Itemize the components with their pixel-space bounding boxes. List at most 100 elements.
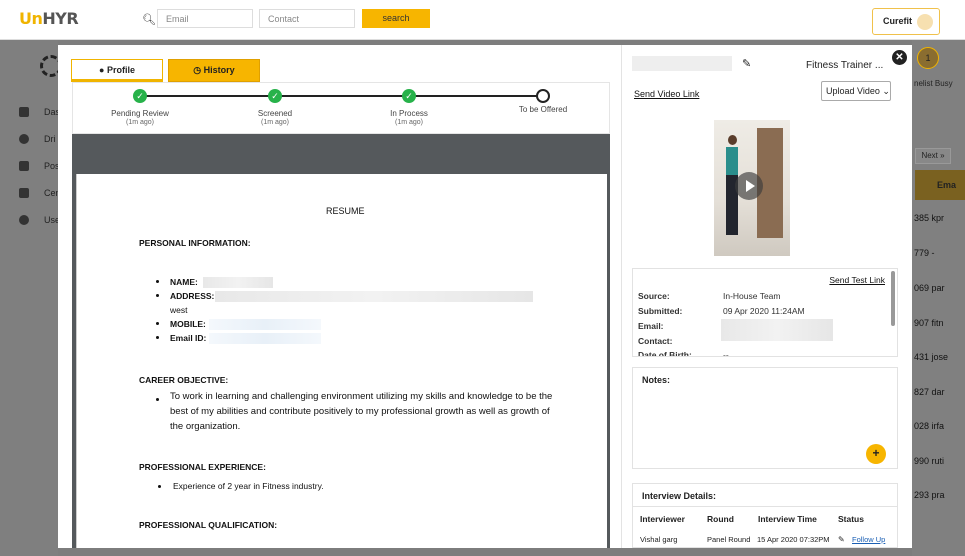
sidebar-item-drives[interactable]: Dri (44, 134, 56, 144)
app-logo[interactable]: UnHYR (19, 9, 79, 28)
next-page-button[interactable]: Next » (915, 148, 951, 164)
user-icon (19, 215, 29, 225)
column-header: Interview Time (758, 514, 817, 524)
step-to-be-offered: To be Offered (518, 105, 568, 114)
account-name: Curefit (883, 16, 912, 26)
interview-details-heading: Interview Details: (642, 491, 717, 501)
mobile-label: MOBILE: (170, 319, 206, 329)
user-avatar-icon (917, 14, 933, 30)
redacted-candidate-name (632, 56, 732, 71)
play-icon[interactable] (735, 172, 763, 200)
career-objective-heading: CAREER OBJECTIVE: (139, 375, 229, 385)
edit-icon[interactable]: ✎ (742, 57, 751, 70)
job-role: Fitness Trainer ... (806, 60, 884, 71)
redacted-name (203, 277, 273, 288)
table-row: 907 fitn (914, 318, 944, 328)
resume-title: RESUME (326, 206, 365, 216)
tab-history[interactable]: ◷ History (168, 59, 260, 82)
bullet-icon (156, 280, 159, 283)
resume-panel: ● Profile ◷ History ✓ ✓ ✓ Pending Review… (58, 45, 621, 548)
count-badge: 1 (917, 47, 939, 69)
background-table-area: 1 nelist Busy Next » Ema (912, 40, 965, 556)
address-tail: west (170, 305, 188, 315)
follow-up-link[interactable]: Follow Up (852, 535, 885, 544)
notes-label: Notes: (642, 375, 671, 385)
step-done-check-icon: ✓ (402, 89, 416, 103)
step-pending-icon (536, 89, 550, 103)
interviewer-cell: Vishal garg (640, 535, 678, 544)
resume-page: RESUME PERSONAL INFORMATION: NAME: ADDRE… (76, 174, 607, 548)
candidate-modal: ● Profile ◷ History ✓ ✓ ✓ Pending Review… (58, 45, 912, 548)
pencil-icon[interactable]: ✎ (838, 535, 845, 544)
time-cell: 15 Apr 2020 07:32PM (757, 535, 830, 544)
info-value: -- (723, 350, 729, 357)
send-test-link[interactable]: Send Test Link (829, 275, 885, 285)
name-label: NAME: (170, 277, 198, 287)
round-cell: Panel Round (707, 535, 751, 544)
candidate-info-box: Send Test Link Source: In-House Team Sub… (632, 268, 898, 357)
column-header: Status (838, 514, 864, 524)
bullet-icon (156, 336, 159, 339)
notes-box: Notes: + (632, 367, 898, 469)
search-button[interactable]: search (362, 9, 430, 28)
status-text: nelist Busy (914, 79, 953, 88)
info-key: Submitted: (638, 306, 683, 316)
search-icon: 🔍︎ (142, 14, 156, 26)
step-done-check-icon: ✓ (133, 89, 147, 103)
account-button[interactable]: Curefit (872, 8, 940, 35)
table-row: 293 pra (914, 490, 945, 500)
email-search-input[interactable]: Email (157, 9, 253, 28)
table-row: 431 jose (914, 352, 949, 362)
user-icon: ● (99, 65, 105, 75)
drive-icon (19, 134, 29, 144)
personal-info-heading: PERSONAL INFORMATION: (139, 238, 251, 248)
step-connector (140, 95, 275, 97)
step-in-process: In Process (1m ago) (390, 109, 428, 126)
step-pending-review: Pending Review (1m ago) (111, 109, 169, 126)
chart-icon (19, 188, 29, 198)
column-header: Ema (915, 170, 965, 200)
qualification-heading: PROFESSIONAL QUALIFICATION: (139, 520, 278, 530)
send-video-link[interactable]: Send Video Link (634, 89, 699, 99)
table-row: 069 par (914, 283, 945, 293)
bullet-icon (156, 398, 159, 401)
step-connector (275, 95, 409, 97)
top-bar: UnHYR 🔍︎ Email Contact search Curefit (0, 0, 965, 40)
candidate-details-panel: ✎ Fitness Trainer ... ✕ Send Video Link … (621, 45, 912, 548)
redacted-email (209, 333, 321, 344)
info-key: Source: (638, 291, 670, 301)
close-icon[interactable]: ✕ (892, 50, 907, 65)
step-done-check-icon: ✓ (268, 89, 282, 103)
sidebar: Das Dri Pos Cen Use (0, 40, 62, 556)
column-header: Interviewer (640, 514, 685, 524)
bullet-icon (156, 322, 159, 325)
document-toolbar (72, 134, 610, 174)
upload-video-select[interactable]: Upload Video ⌄ (821, 81, 891, 101)
info-key: Email: (638, 321, 664, 331)
add-note-button[interactable]: + (866, 444, 886, 464)
table-row: 385 kpr (914, 213, 945, 223)
clock-icon: ◷ (193, 65, 202, 75)
redacted-mobile (209, 319, 321, 330)
bullet-icon (156, 294, 159, 297)
status-stepper: ✓ ✓ ✓ Pending Review (1m ago) Screened (1m… (72, 82, 610, 134)
email-label: Email ID: (170, 333, 207, 343)
table-row: 990 ruti (914, 456, 945, 466)
career-objective-text: To work in learning and challenging envi… (170, 391, 553, 432)
step-connector (409, 95, 543, 97)
chart-icon (19, 107, 29, 117)
contact-search-input[interactable]: Contact (259, 9, 355, 28)
chevron-down-icon: ⌄ (882, 86, 890, 96)
column-header: Round (707, 514, 734, 524)
step-screened: Screened (1m ago) (257, 109, 293, 126)
tab-profile[interactable]: ● Profile (71, 59, 163, 82)
redacted-email-contact (721, 319, 833, 341)
divider (633, 506, 897, 507)
scrollbar[interactable] (891, 271, 895, 326)
video-thumbnail[interactable] (714, 120, 790, 256)
redacted-address (215, 291, 533, 302)
home-icon (19, 161, 29, 171)
address-label: ADDRESS: (170, 291, 215, 301)
info-value: In-House Team (723, 291, 781, 301)
info-value: 09 Apr 2020 11:24AM (723, 306, 805, 316)
